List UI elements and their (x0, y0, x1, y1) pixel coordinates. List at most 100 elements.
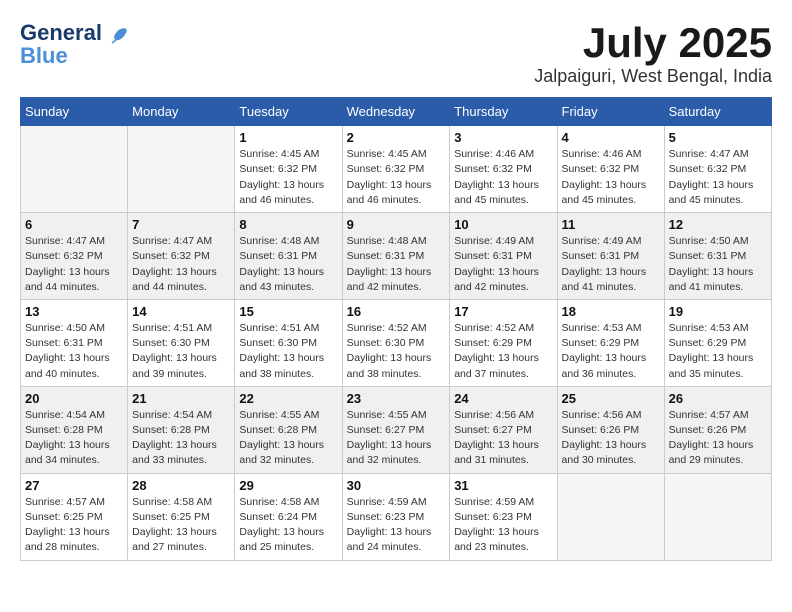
weekday-header-thursday: Thursday (450, 98, 557, 126)
day-info: Sunrise: 4:58 AMSunset: 6:24 PMDaylight:… (239, 495, 337, 556)
day-number: 16 (347, 304, 446, 319)
calendar-cell: 17 Sunrise: 4:52 AMSunset: 6:29 PMDayligh… (450, 299, 557, 386)
calendar-cell: 15 Sunrise: 4:51 AMSunset: 6:30 PMDayligh… (235, 299, 342, 386)
weekday-header-saturday: Saturday (664, 98, 771, 126)
calendar-cell: 22 Sunrise: 4:55 AMSunset: 6:28 PMDayligh… (235, 386, 342, 473)
day-info: Sunrise: 4:59 AMSunset: 6:23 PMDaylight:… (454, 495, 552, 556)
day-number: 4 (562, 130, 660, 145)
day-number: 26 (669, 391, 767, 406)
calendar-cell: 9Sunrise: 4:48 AMSunset: 6:31 PMDaylight… (342, 213, 450, 300)
calendar-cell: 4 Sunrise: 4:46 AMSunset: 6:32 PMDaylight… (557, 126, 664, 213)
day-number: 18 (562, 304, 660, 319)
day-number: 5 (669, 130, 767, 145)
calendar-cell (128, 126, 235, 213)
day-info: Sunrise: 4:46 AMSunset: 6:32 PMDaylight:… (454, 147, 552, 208)
calendar-week-row: 6 Sunrise: 4:47 AMSunset: 6:32 PMDaylight… (21, 213, 772, 300)
day-info: Sunrise: 4:49 AMSunset: 6:31 PMDaylight:… (562, 234, 660, 295)
calendar-cell: 6 Sunrise: 4:47 AMSunset: 6:32 PMDaylight… (21, 213, 128, 300)
logo-bird-icon (108, 25, 130, 47)
calendar-cell: 18 Sunrise: 4:53 AMSunset: 6:29 PMDayligh… (557, 299, 664, 386)
day-info: Sunrise: 4:53 AMSunset: 6:29 PMDaylight:… (562, 321, 660, 382)
day-number: 24 (454, 391, 552, 406)
day-info: Sunrise: 4:49 AMSunset: 6:31 PMDaylight:… (454, 234, 552, 295)
weekday-header-friday: Friday (557, 98, 664, 126)
day-number: 7 (132, 217, 230, 232)
calendar-cell: 28Sunrise: 4:58 AMSunset: 6:25 PMDayligh… (128, 473, 235, 560)
calendar-cell (21, 126, 128, 213)
title-block: July 2025 Jalpaiguri, West Bengal, India (534, 20, 772, 87)
calendar-cell: 2Sunrise: 4:45 AMSunset: 6:32 PMDaylight… (342, 126, 450, 213)
day-number: 25 (562, 391, 660, 406)
day-number: 21 (132, 391, 230, 406)
logo-general: General (20, 20, 102, 45)
day-info: Sunrise: 4:51 AMSunset: 6:30 PMDaylight:… (132, 321, 230, 382)
weekday-header-sunday: Sunday (21, 98, 128, 126)
day-info: Sunrise: 4:52 AMSunset: 6:29 PMDaylight:… (454, 321, 552, 382)
calendar-week-row: 20 Sunrise: 4:54 AMSunset: 6:28 PMDayligh… (21, 386, 772, 473)
day-number: 8 (239, 217, 337, 232)
calendar-cell: 12Sunrise: 4:50 AMSunset: 6:31 PMDayligh… (664, 213, 771, 300)
calendar-cell: 20 Sunrise: 4:54 AMSunset: 6:28 PMDayligh… (21, 386, 128, 473)
day-number: 31 (454, 478, 552, 493)
day-number: 6 (25, 217, 123, 232)
calendar-cell: 13Sunrise: 4:50 AMSunset: 6:31 PMDayligh… (21, 299, 128, 386)
day-number: 17 (454, 304, 552, 319)
calendar-week-row: 13Sunrise: 4:50 AMSunset: 6:31 PMDayligh… (21, 299, 772, 386)
day-info: Sunrise: 4:55 AMSunset: 6:27 PMDaylight:… (347, 408, 446, 469)
day-info: Sunrise: 4:59 AMSunset: 6:23 PMDaylight:… (347, 495, 446, 556)
day-number: 10 (454, 217, 552, 232)
weekday-header-monday: Monday (128, 98, 235, 126)
day-number: 19 (669, 304, 767, 319)
day-info: Sunrise: 4:50 AMSunset: 6:31 PMDaylight:… (669, 234, 767, 295)
calendar-cell: 16Sunrise: 4:52 AMSunset: 6:30 PMDayligh… (342, 299, 450, 386)
day-number: 20 (25, 391, 123, 406)
day-number: 30 (347, 478, 446, 493)
calendar-cell: 21Sunrise: 4:54 AMSunset: 6:28 PMDayligh… (128, 386, 235, 473)
day-number: 1 (239, 130, 337, 145)
day-info: Sunrise: 4:47 AMSunset: 6:32 PMDaylight:… (669, 147, 767, 208)
day-info: Sunrise: 4:55 AMSunset: 6:28 PMDaylight:… (239, 408, 337, 469)
weekday-header-wednesday: Wednesday (342, 98, 450, 126)
day-info: Sunrise: 4:56 AMSunset: 6:27 PMDaylight:… (454, 408, 552, 469)
calendar-week-row: 27 Sunrise: 4:57 AMSunset: 6:25 PMDayligh… (21, 473, 772, 560)
calendar-cell: 27 Sunrise: 4:57 AMSunset: 6:25 PMDayligh… (21, 473, 128, 560)
day-info: Sunrise: 4:53 AMSunset: 6:29 PMDaylight:… (669, 321, 767, 382)
logo: General Blue (20, 20, 130, 69)
day-info: Sunrise: 4:51 AMSunset: 6:30 PMDaylight:… (239, 321, 337, 382)
day-number: 27 (25, 478, 123, 493)
calendar-week-row: 1 Sunrise: 4:45 AMSunset: 6:32 PMDaylight… (21, 126, 772, 213)
calendar-cell: 30 Sunrise: 4:59 AMSunset: 6:23 PMDayligh… (342, 473, 450, 560)
calendar-cell: 26 Sunrise: 4:57 AMSunset: 6:26 PMDayligh… (664, 386, 771, 473)
calendar-cell: 8Sunrise: 4:48 AMSunset: 6:31 PMDaylight… (235, 213, 342, 300)
day-info: Sunrise: 4:46 AMSunset: 6:32 PMDaylight:… (562, 147, 660, 208)
calendar-cell: 25Sunrise: 4:56 AMSunset: 6:26 PMDayligh… (557, 386, 664, 473)
calendar-cell: 24 Sunrise: 4:56 AMSunset: 6:27 PMDayligh… (450, 386, 557, 473)
day-info: Sunrise: 4:47 AMSunset: 6:32 PMDaylight:… (25, 234, 123, 295)
calendar-cell: 19 Sunrise: 4:53 AMSunset: 6:29 PMDayligh… (664, 299, 771, 386)
day-number: 3 (454, 130, 552, 145)
calendar-cell: 10 Sunrise: 4:49 AMSunset: 6:31 PMDayligh… (450, 213, 557, 300)
day-number: 23 (347, 391, 446, 406)
calendar-cell (557, 473, 664, 560)
day-info: Sunrise: 4:45 AMSunset: 6:32 PMDaylight:… (347, 147, 446, 208)
day-info: Sunrise: 4:57 AMSunset: 6:26 PMDaylight:… (669, 408, 767, 469)
day-number: 22 (239, 391, 337, 406)
calendar-table: SundayMondayTuesdayWednesdayThursdayFrid… (20, 97, 772, 560)
day-number: 13 (25, 304, 123, 319)
calendar-cell: 11Sunrise: 4:49 AMSunset: 6:31 PMDayligh… (557, 213, 664, 300)
day-number: 14 (132, 304, 230, 319)
calendar-cell: 5 Sunrise: 4:47 AMSunset: 6:32 PMDaylight… (664, 126, 771, 213)
calendar-cell: 7Sunrise: 4:47 AMSunset: 6:32 PMDaylight… (128, 213, 235, 300)
day-info: Sunrise: 4:45 AMSunset: 6:32 PMDaylight:… (239, 147, 337, 208)
calendar-cell (664, 473, 771, 560)
day-info: Sunrise: 4:54 AMSunset: 6:28 PMDaylight:… (25, 408, 123, 469)
day-number: 9 (347, 217, 446, 232)
location: Jalpaiguri, West Bengal, India (534, 66, 772, 87)
page-header: General Blue July 2025 Jalpaiguri, West … (20, 20, 772, 87)
weekday-header-tuesday: Tuesday (235, 98, 342, 126)
calendar-header-row: SundayMondayTuesdayWednesdayThursdayFrid… (21, 98, 772, 126)
day-number: 15 (239, 304, 337, 319)
calendar-cell: 31 Sunrise: 4:59 AMSunset: 6:23 PMDayligh… (450, 473, 557, 560)
month-title: July 2025 (534, 20, 772, 66)
day-info: Sunrise: 4:57 AMSunset: 6:25 PMDaylight:… (25, 495, 123, 556)
